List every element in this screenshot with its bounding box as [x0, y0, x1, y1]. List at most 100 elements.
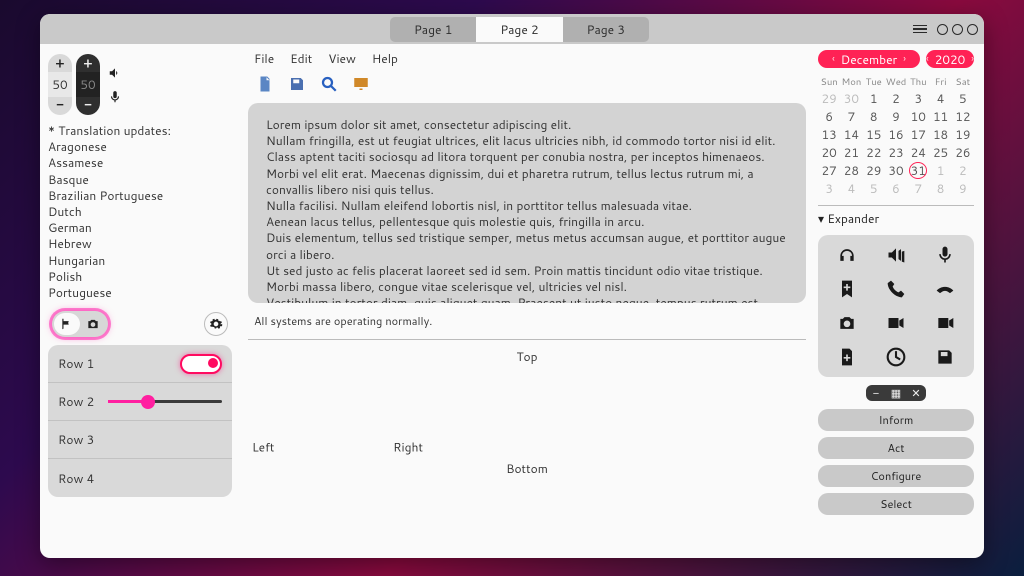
- spin-dark-dec[interactable]: −: [79, 97, 97, 113]
- list-item: Polish: [48, 269, 232, 285]
- link3-grid[interactable]: ▦: [886, 385, 906, 401]
- file-add-icon[interactable]: [837, 347, 857, 367]
- calendar-day[interactable]: 23: [885, 144, 907, 161]
- speaker-icon[interactable]: [886, 245, 906, 265]
- phone-icon[interactable]: [886, 279, 906, 299]
- mic-icon[interactable]: [108, 90, 122, 104]
- calendar-day[interactable]: 3: [907, 90, 929, 107]
- pos-top: Top: [516, 348, 537, 365]
- linked-flag[interactable]: [54, 313, 80, 335]
- calendar-day[interactable]: 29: [863, 162, 885, 179]
- calendar-day[interactable]: 21: [840, 144, 862, 161]
- calendar-day[interactable]: 2: [885, 90, 907, 107]
- calendar-day[interactable]: 6: [818, 108, 840, 125]
- spin-dark-value[interactable]: 50: [76, 72, 100, 97]
- calendar-day[interactable]: 9: [885, 108, 907, 125]
- record-icon[interactable]: [935, 313, 955, 333]
- window-minimize[interactable]: [937, 24, 948, 35]
- tab-page-2[interactable]: Page 2: [476, 17, 562, 42]
- rows-panel: Row 1 Row 2 Row 3 Row 4: [48, 345, 232, 497]
- calendar-day[interactable]: 22: [863, 144, 885, 161]
- status-text: All systems are operating normally.: [248, 303, 806, 340]
- text-block: Lorem ipsum dolor sit amet, consectetur …: [248, 103, 806, 303]
- toolbar-save-icon[interactable]: [286, 73, 308, 95]
- window-maximize[interactable]: [952, 24, 963, 35]
- expander[interactable]: Expander: [818, 205, 974, 227]
- calendar-day[interactable]: 14: [840, 126, 862, 143]
- spin-light: + 50 −: [48, 54, 72, 115]
- list-item: Hebrew: [48, 236, 232, 252]
- pos-bottom: Bottom: [506, 460, 548, 477]
- calendar-day[interactable]: 7: [840, 108, 862, 125]
- row-2-slider[interactable]: [108, 400, 222, 403]
- calendar-day[interactable]: 16: [885, 126, 907, 143]
- calendar-day[interactable]: 15: [863, 126, 885, 143]
- spin-light-value[interactable]: 50: [48, 72, 72, 97]
- select-button[interactable]: Select: [818, 493, 974, 515]
- row-1-switch[interactable]: [180, 354, 222, 374]
- calendar-day[interactable]: 30: [885, 162, 907, 179]
- calendar-day[interactable]: 20: [818, 144, 840, 161]
- calendar-day[interactable]: 28: [840, 162, 862, 179]
- menu-edit[interactable]: Edit: [290, 50, 312, 67]
- volume-icon[interactable]: [108, 66, 122, 80]
- list-item: Hungarian: [48, 253, 232, 269]
- toolbar-new-icon[interactable]: [254, 73, 276, 95]
- calendar-day[interactable]: 26: [952, 144, 974, 161]
- menu-help[interactable]: Help: [372, 50, 398, 67]
- window-close[interactable]: [967, 24, 978, 35]
- toolbar-search-icon[interactable]: [318, 73, 340, 95]
- calendar-month-pill[interactable]: ‹December›: [818, 50, 920, 68]
- linked-camera[interactable]: [80, 313, 106, 335]
- clock-icon[interactable]: [886, 347, 906, 367]
- calendar-day[interactable]: 5: [952, 90, 974, 107]
- calendar-year-pill[interactable]: ‹2020›: [926, 50, 974, 68]
- calendar-day[interactable]: 27: [818, 162, 840, 179]
- act-button[interactable]: Act: [818, 437, 974, 459]
- calendar-day[interactable]: 8: [863, 108, 885, 125]
- calendar-day[interactable]: 25: [929, 144, 951, 161]
- linked-small-buttons: − ▦ ✕: [866, 385, 926, 401]
- link3-minus[interactable]: −: [866, 385, 886, 401]
- row-1[interactable]: Row 1: [48, 345, 232, 383]
- calendar-day[interactable]: 31: [907, 162, 929, 179]
- bookmark-add-icon[interactable]: [837, 279, 857, 299]
- video-icon[interactable]: [886, 313, 906, 333]
- camera-icon[interactable]: [837, 313, 857, 333]
- calendar-day[interactable]: 24: [907, 144, 929, 161]
- row-2[interactable]: Row 2: [48, 383, 232, 421]
- headphones-icon[interactable]: [837, 245, 857, 265]
- toolbar-monitor-icon[interactable]: [350, 73, 372, 95]
- hangup-icon[interactable]: [935, 279, 955, 299]
- save-icon[interactable]: [935, 347, 955, 367]
- calendar-grid[interactable]: SunMonTueWedThuFriSat2930123456789101112…: [818, 76, 974, 197]
- menu-file[interactable]: File: [254, 50, 274, 67]
- calendar-day[interactable]: 18: [929, 126, 951, 143]
- calendar-day[interactable]: 12: [952, 108, 974, 125]
- microphone-icon[interactable]: [935, 245, 955, 265]
- calendar-day[interactable]: 11: [929, 108, 951, 125]
- gear-button[interactable]: [204, 312, 228, 336]
- link3-close[interactable]: ✕: [906, 385, 926, 401]
- tab-page-1[interactable]: Page 1: [390, 17, 476, 42]
- menu-view[interactable]: View: [328, 50, 356, 67]
- calendar-day[interactable]: 13: [818, 126, 840, 143]
- tab-page-3[interactable]: Page 3: [563, 17, 649, 42]
- calendar-day[interactable]: 4: [929, 90, 951, 107]
- configure-button[interactable]: Configure: [818, 465, 974, 487]
- spin-dark-inc[interactable]: +: [79, 56, 97, 72]
- inform-button[interactable]: Inform: [818, 409, 974, 431]
- toolbar: [248, 69, 806, 103]
- calendar-day[interactable]: 10: [907, 108, 929, 125]
- row-4[interactable]: Row 4: [48, 459, 232, 497]
- spin-light-dec[interactable]: −: [51, 97, 69, 113]
- list-item: Basque: [48, 172, 232, 188]
- row-3[interactable]: Row 3: [48, 421, 232, 459]
- list-item: Portuguese: [48, 285, 232, 301]
- calendar-day[interactable]: 17: [907, 126, 929, 143]
- hamburger-menu-icon[interactable]: [913, 25, 927, 34]
- list-item: Assamese: [48, 155, 232, 171]
- calendar-day[interactable]: 19: [952, 126, 974, 143]
- spin-light-inc[interactable]: +: [51, 56, 69, 72]
- calendar-day[interactable]: 1: [863, 90, 885, 107]
